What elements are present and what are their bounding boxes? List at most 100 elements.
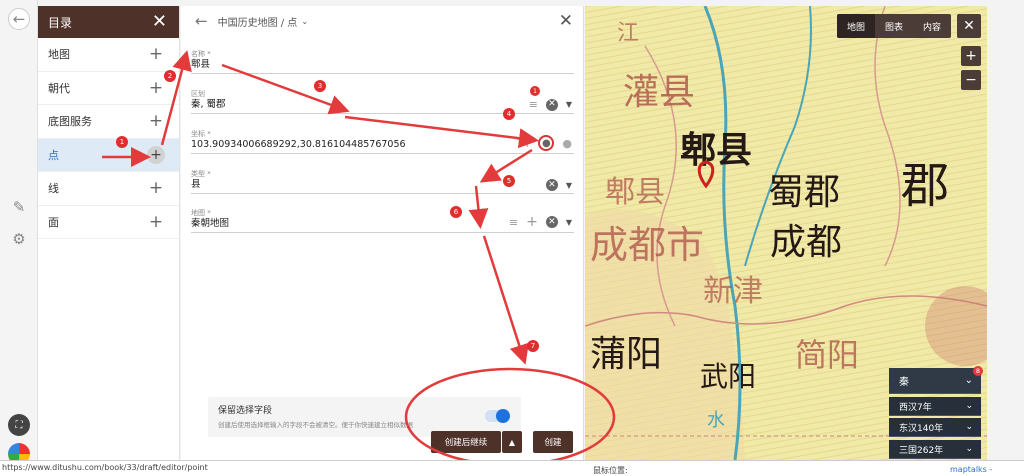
dropdown-arrow-icon[interactable]: ▼ — [566, 181, 572, 190]
toc-item-label: 线 — [48, 182, 59, 196]
toc-item-label: 面 — [48, 215, 59, 229]
map-label: 水 — [707, 410, 725, 431]
name-input[interactable]: 郫县 — [191, 59, 574, 73]
status-bar: https://www.ditushu.com/book/33/draft/ed… — [0, 460, 1024, 476]
back-circle-icon[interactable]: ← — [8, 8, 30, 30]
era-item-xihan[interactable]: 西汉7年 ⌄ — [889, 397, 981, 416]
map-pin-icon[interactable]: ● — [538, 135, 555, 151]
form-header: ← 中国历史地图 / 点 ⌄ ✕ — [181, 6, 583, 36]
map-label: 武阳 — [700, 360, 756, 393]
toc-item-dynasty[interactable]: 朝代 + — [38, 72, 179, 105]
toc-item-polygon[interactable]: 面 + — [38, 206, 179, 239]
era-item-qin[interactable]: 秦 ⌄ — [889, 368, 981, 394]
add-icon[interactable]: + — [526, 214, 538, 230]
map-label: 郫县 — [680, 129, 752, 171]
create-options-dropdown[interactable]: ▲ — [502, 431, 522, 453]
region-input[interactable]: 秦, 蜀郡 — [191, 99, 574, 113]
map-attribution-link[interactable]: maptalks - — [950, 465, 992, 474]
toc-title: 目录 — [48, 15, 73, 30]
toc-item-map[interactable]: 地图 + — [38, 38, 179, 72]
name-field[interactable]: 名称 * 郫县 — [191, 50, 574, 74]
region-field[interactable]: 区划 秦, 蜀郡 ≡ ✕ ▼ — [191, 90, 574, 114]
toc-close-icon[interactable]: ✕ — [152, 13, 167, 31]
filter-icon[interactable]: ≡ — [509, 216, 518, 229]
keep-title: 保留选择字段 — [218, 406, 273, 416]
status-url: https://www.ditushu.com/book/33/draft/ed… — [2, 463, 208, 472]
annotation-badge: 2 — [164, 70, 176, 82]
toc-item-label: 点 — [48, 148, 59, 162]
add-icon[interactable]: + — [147, 44, 165, 64]
toc-item-point[interactable]: 点 + — [38, 138, 179, 172]
field-label: 区划 — [191, 90, 205, 98]
text-format-icon[interactable]: Tт — [517, 137, 530, 150]
map-label: 蒲阳 — [590, 334, 662, 375]
era-item-sanguo[interactable]: 三国262年 ⌄ — [889, 440, 981, 459]
dot-icon: ● — [562, 136, 572, 150]
zoom-out-button[interactable]: − — [961, 70, 981, 90]
field-label: 名称 * — [191, 50, 211, 58]
toc-item-label: 朝代 — [48, 81, 70, 95]
annotation-badge: 5 — [503, 175, 515, 187]
chevron-down-icon: ⌄ — [964, 375, 973, 386]
create-continue-button[interactable]: 创建后继续 — [431, 431, 501, 453]
add-icon[interactable]: + — [147, 78, 165, 98]
map-label: 江 — [617, 21, 639, 46]
toc-header: 目录 ✕ — [38, 6, 179, 38]
form-close-icon[interactable]: ✕ — [559, 11, 573, 31]
annotation-badge: 7 — [527, 340, 539, 352]
filter-icon[interactable]: ≡ — [529, 98, 538, 111]
point-form-panel: ← 中国历史地图 / 点 ⌄ ✕ 名称 * 郫县 区划 秦, 蜀郡 ≡ ✕ ▼ … — [181, 6, 584, 460]
settings-gear-icon[interactable]: ⚙ — [8, 228, 30, 250]
chevron-down-icon[interactable]: ⌄ — [301, 17, 308, 26]
map-label: 简阳 — [795, 336, 859, 374]
tab-content[interactable]: 内容 — [913, 14, 951, 38]
type-field[interactable]: 类型 * 县 ✕ ▼ — [191, 170, 574, 194]
add-icon[interactable]: + — [147, 178, 165, 198]
clear-icon[interactable]: ✕ — [545, 179, 558, 191]
clear-icon[interactable]: ✕ — [545, 216, 558, 228]
map-label: 郡 — [901, 158, 949, 214]
tab-chart[interactable]: 图表 — [875, 14, 913, 38]
era-count-badge: 8 — [973, 366, 983, 376]
map-label: 灌县 — [623, 72, 695, 113]
dropdown-arrow-icon[interactable]: ▼ — [566, 100, 572, 109]
annotation-badge: 1 — [530, 86, 540, 96]
annotation-badge: 4 — [503, 108, 515, 120]
era-label: 西汉7年 — [899, 402, 932, 413]
era-item-donghan[interactable]: 东汉140年 ⌄ — [889, 418, 981, 437]
edit-pencil-icon[interactable]: ✎ — [8, 196, 30, 218]
map-label: 郫县 — [605, 175, 665, 210]
keep-fields-toggle[interactable] — [485, 409, 510, 423]
coordinates-field[interactable]: 坐标 * 103.90934006689292,30.8161044857670… — [191, 130, 574, 154]
dropdown-arrow-icon[interactable]: ▼ — [566, 218, 572, 227]
toc-item-label: 底图服务 — [48, 115, 92, 129]
create-button[interactable]: 创建 — [533, 431, 573, 453]
add-icon[interactable]: + — [147, 212, 165, 232]
chevron-down-icon: ⌄ — [965, 401, 973, 411]
fullscreen-icon[interactable]: ⛶ — [8, 414, 30, 436]
type-input[interactable]: 县 — [191, 179, 574, 193]
map-close-button[interactable]: ✕ — [957, 14, 981, 38]
breadcrumb: 中国历史地图 / 点 — [217, 17, 298, 29]
era-label: 秦 — [899, 377, 909, 388]
mouse-position-label: 鼠标位置: — [593, 466, 628, 475]
map-view-tabs: 地图 图表 内容 — [836, 14, 951, 38]
annotation-badge: 3 — [314, 80, 326, 92]
annotation-badge: 6 — [450, 206, 462, 218]
zoom-in-button[interactable]: + — [961, 46, 981, 66]
add-point-icon[interactable]: + — [147, 145, 165, 164]
map-label: 成都市 — [590, 223, 704, 267]
field-label: 类型 * — [191, 170, 211, 178]
toc-item-line[interactable]: 线 + — [38, 172, 179, 206]
left-rail: ← ✎ ⚙ ⛶ — [0, 0, 38, 476]
add-icon[interactable]: + — [147, 111, 165, 131]
back-arrow-icon[interactable]: ← — [195, 12, 208, 30]
keep-description: 创建后使用选择框输入的字段不会被清空。便于你快速建立相似数据 — [218, 421, 413, 429]
map-label: 成都 — [770, 222, 842, 263]
clear-icon[interactable]: ✕ — [545, 98, 558, 111]
era-label: 东汉140年 — [899, 423, 944, 434]
tab-map[interactable]: 地图 — [836, 14, 875, 38]
toc-item-basemap[interactable]: 底图服务 + — [38, 105, 179, 139]
era-label: 三国262年 — [899, 445, 944, 456]
map-field[interactable]: 地图 * 秦朝地图 ≡ + ✕ ▼ — [191, 209, 574, 233]
